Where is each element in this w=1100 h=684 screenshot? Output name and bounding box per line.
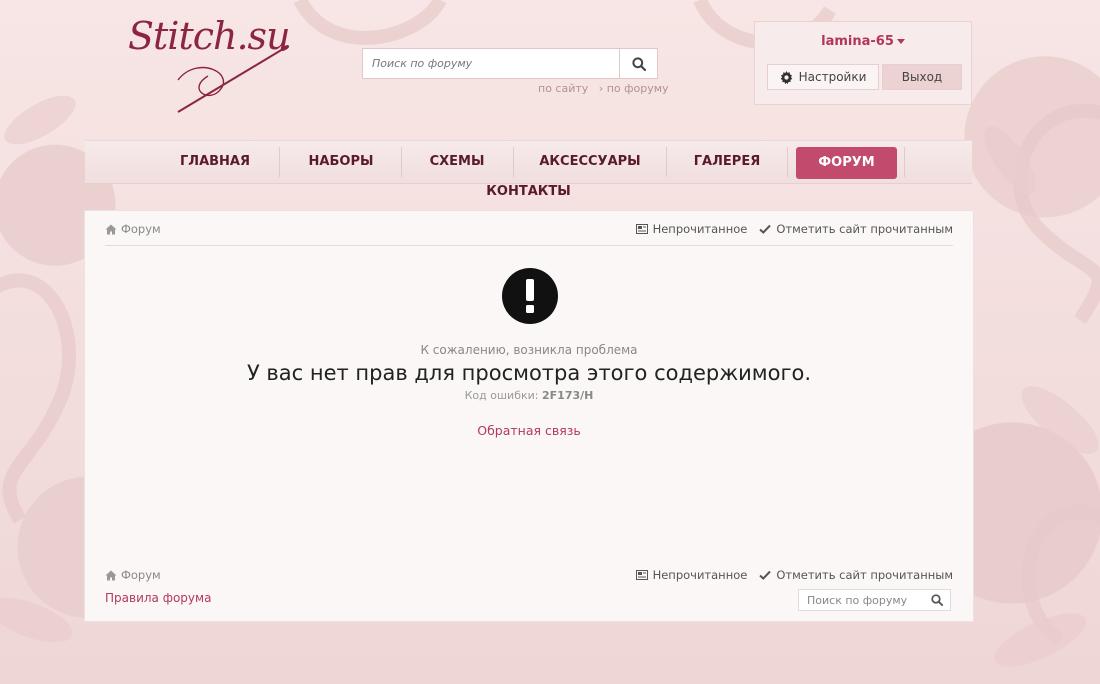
footer-search-button[interactable] (924, 594, 950, 606)
forum-search (362, 48, 658, 79)
scope-forum-link[interactable]: по форуму (607, 82, 669, 95)
check-icon (759, 570, 772, 580)
breadcrumb-forum: Форум (121, 222, 161, 236)
search-icon (931, 594, 943, 606)
nav-item-home[interactable]: ГЛАВНАЯ (175, 141, 255, 183)
search-scope: по сайту › по форуму (538, 82, 669, 95)
nav-divider (513, 147, 514, 177)
sorry-text: К сожалению, возникла проблема (420, 343, 638, 357)
footer-search (798, 589, 951, 611)
error-message: У вас нет прав для просмотра этого содер… (246, 361, 812, 385)
error-code-label: Код ошибки: (464, 389, 539, 402)
nav-divider (666, 147, 667, 177)
logout-button[interactable]: Выход (882, 64, 962, 90)
feedback-link[interactable]: Обратная связь (85, 423, 973, 438)
search-input[interactable] (363, 49, 619, 78)
mark-read-label: Отметить сайт прочитанным (776, 222, 953, 236)
nav-divider (279, 147, 280, 177)
username: lamina-65 (821, 34, 894, 49)
site-logo[interactable]: Stitch.su (128, 14, 298, 116)
divider (105, 245, 953, 246)
nav-item-forum[interactable]: ФОРУМ (796, 147, 897, 179)
unread-label: Непрочитанное (652, 222, 748, 236)
unread-label: Непрочитанное (652, 568, 748, 582)
gear-icon (780, 70, 792, 84)
footer-links: Непрочитанное Отметить сайт прочитанным (635, 568, 953, 582)
scope-site-link[interactable]: по сайту (538, 82, 588, 95)
user-panel: lamina-65 Настройки Выход (754, 21, 972, 105)
nav-item-patterns[interactable]: СХЕМЫ (420, 141, 494, 183)
unread-link[interactable]: Непрочитанное (635, 568, 748, 582)
check-icon (759, 224, 772, 234)
footer-search-input[interactable] (799, 593, 924, 607)
user-menu[interactable]: lamina-65 (755, 34, 971, 49)
unread-link[interactable]: Непрочитанное (635, 222, 748, 236)
nav-item-contacts[interactable]: КОНТАКТЫ (0, 184, 1057, 199)
exclamation-circle-icon (502, 268, 558, 324)
nav-divider (401, 147, 402, 177)
settings-label: Настройки (798, 70, 867, 84)
search-button[interactable] (619, 49, 657, 78)
search-icon (631, 56, 646, 71)
error-code: 2F173/H (542, 389, 594, 402)
error-code-line: Код ошибки: 2F173/H (85, 389, 973, 402)
content-panel: Форум Непрочитанное Отметить сайт прочит… (84, 210, 974, 622)
mark-read-link[interactable]: Отметить сайт прочитанным (759, 222, 953, 236)
mark-read-link[interactable]: Отметить сайт прочитанным (759, 568, 953, 582)
main-nav: ГЛАВНАЯ НАБОРЫ СХЕМЫ АКСЕССУАРЫ ГАЛЕРЕЯ … (85, 140, 972, 184)
nav-divider (904, 147, 905, 177)
home-icon (105, 224, 117, 234)
chevron-right-icon: › (598, 82, 604, 95)
mark-read-label: Отметить сайт прочитанным (776, 568, 953, 582)
newspaper-icon (635, 224, 648, 234)
nav-item-gallery[interactable]: ГАЛЕРЕЯ (687, 141, 767, 183)
footer-breadcrumb[interactable]: Форум (105, 568, 161, 582)
home-icon (105, 570, 117, 580)
caret-down-icon (896, 39, 905, 44)
breadcrumb-forum: Форум (121, 568, 161, 582)
breadcrumb[interactable]: Форум (105, 222, 161, 236)
needle-thread-icon (177, 45, 290, 113)
header-links: Непрочитанное Отметить сайт прочитанным (635, 222, 953, 236)
forum-rules-link[interactable]: Правила форума (105, 591, 211, 605)
nav-divider (787, 147, 788, 177)
newspaper-icon (635, 570, 648, 580)
nav-item-kits[interactable]: НАБОРЫ (301, 141, 381, 183)
nav-item-accessories[interactable]: АКСЕССУАРЫ (533, 141, 647, 183)
settings-button[interactable]: Настройки (767, 64, 879, 90)
